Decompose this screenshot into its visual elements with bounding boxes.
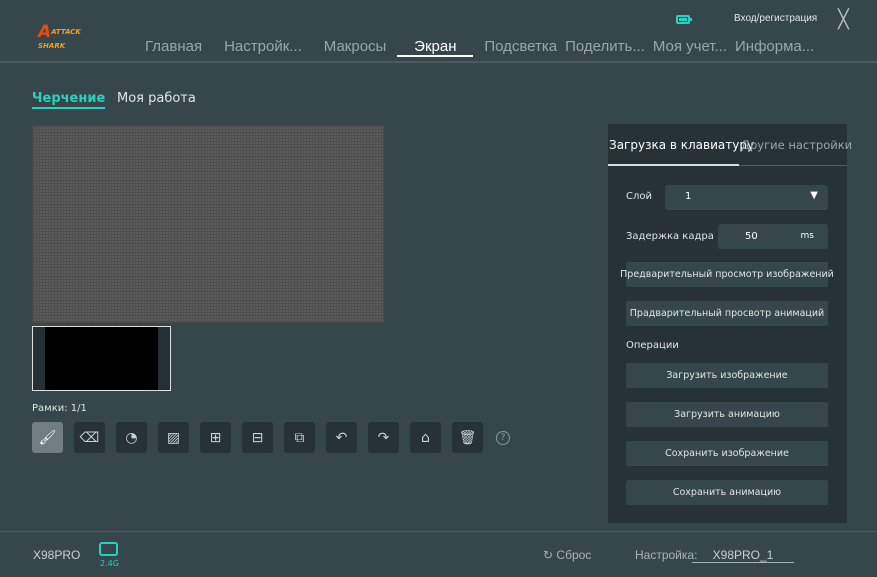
battery-icon: [676, 15, 692, 24]
clear-tool[interactable]: ⌂: [410, 422, 441, 453]
nav-screen[interactable]: Экран: [397, 38, 474, 57]
save-image-button[interactable]: Сохранить изображение: [626, 441, 828, 466]
image-add-icon: ▨: [166, 429, 181, 446]
layer-label: Слой: [626, 191, 652, 202]
layer-value: 1: [685, 191, 692, 202]
trash-icon: 🗑: [458, 429, 477, 446]
frame-remove-icon: ⊟: [251, 429, 264, 446]
redo-tool[interactable]: ↷: [368, 422, 399, 453]
delete-tool[interactable]: 🗑: [452, 422, 483, 453]
eraser-tool[interactable]: ⌫: [74, 422, 105, 453]
image-add-tool[interactable]: ▨: [158, 422, 189, 453]
subtab-drawing[interactable]: Черчение: [32, 91, 106, 109]
load-animation-button[interactable]: Загрузить анимацию: [626, 402, 828, 427]
frame-copy-tool[interactable]: ⧉: [284, 422, 315, 453]
brush-tool[interactable]: 🖌: [32, 422, 63, 453]
tab-upload[interactable]: Загрузка в клавиатуру: [609, 138, 754, 152]
frame-add-icon: ⊞: [209, 429, 222, 446]
setting-label: Настройка:: [635, 548, 698, 562]
palette-tool[interactable]: ◔: [116, 422, 147, 453]
undo-icon: ↶: [335, 429, 348, 446]
dropdown-arrow-icon: ▼: [810, 190, 818, 201]
operations-label: Операции: [626, 340, 679, 351]
load-image-button[interactable]: Загрузить изображение: [626, 363, 828, 388]
login-link[interactable]: Вход/регистрация: [734, 13, 817, 24]
delay-value: 50: [745, 231, 758, 242]
preview-images-button[interactable]: Предварительный просмотр изображений: [620, 262, 834, 287]
drawing-canvas[interactable]: [32, 125, 384, 323]
tab-indicator: [608, 164, 739, 166]
eraser-icon: ⌫: [79, 429, 100, 446]
frames-counter: Рамки: 1/1: [32, 403, 87, 414]
reset-label: Сброс: [556, 548, 592, 562]
save-animation-button[interactable]: Сохранить анимацию: [626, 480, 828, 505]
redo-icon: ↷: [377, 429, 390, 446]
undo-tool[interactable]: ↶: [326, 422, 357, 453]
nav-macros[interactable]: Макросы: [313, 38, 398, 58]
frame-remove-tool[interactable]: ⊟: [242, 422, 273, 453]
footer-divider: [0, 531, 877, 532]
tab-divider: [739, 165, 847, 166]
nav-info[interactable]: Информа...: [731, 38, 818, 58]
logo: AATTACK SHARK: [38, 22, 81, 50]
close-icon[interactable]: ╳: [838, 9, 849, 30]
connection-label: 2.4G: [100, 559, 119, 568]
help-icon[interactable]: ?: [496, 430, 510, 445]
broom-icon: ⌂: [421, 429, 430, 446]
brush-icon: 🖌: [38, 429, 57, 446]
tab-other-settings[interactable]: Другие настройки: [741, 138, 852, 152]
keyboard-icon: [99, 542, 118, 556]
device-name: X98PRO: [33, 548, 81, 562]
toolbar: 🖌 ⌫ ◔ ▨ ⊞ ⊟ ⧉ ↶ ↷ ⌂ 🗑 ?: [32, 422, 510, 453]
layer-select[interactable]: 1 ▼: [665, 185, 828, 210]
frame-thumbnail[interactable]: [32, 326, 171, 391]
preview-animation-button[interactable]: Прадварительный просвотр анимаций: [626, 301, 828, 326]
frame-add-tool[interactable]: ⊞: [200, 422, 231, 453]
setting-name-input[interactable]: X98PRO_1: [692, 548, 794, 563]
frame-copy-icon: ⧉: [294, 429, 305, 446]
reset-button[interactable]: ↻ Сброс: [543, 548, 591, 562]
delay-input[interactable]: 50 ms: [718, 224, 828, 249]
nav-home[interactable]: Главная: [134, 38, 213, 58]
palette-icon: ◔: [125, 429, 138, 446]
delay-unit: ms: [800, 231, 814, 241]
settings-panel: Загрузка в клавиатуру Другие настройки С…: [608, 124, 852, 523]
subtab-my-work[interactable]: Моя работа: [117, 91, 196, 106]
refresh-icon: ↻: [543, 548, 554, 562]
delay-label: Задержка кадра: [626, 231, 714, 242]
nav-account[interactable]: Моя учет...: [649, 38, 731, 58]
header-divider: [0, 61, 877, 63]
nav-lighting[interactable]: Подсветка: [473, 38, 561, 58]
main-nav: Главная Настройк... Макросы Экран Подсве…: [134, 38, 818, 58]
nav-settings[interactable]: Настройк...: [213, 38, 313, 58]
nav-share[interactable]: Поделить...: [561, 38, 649, 58]
